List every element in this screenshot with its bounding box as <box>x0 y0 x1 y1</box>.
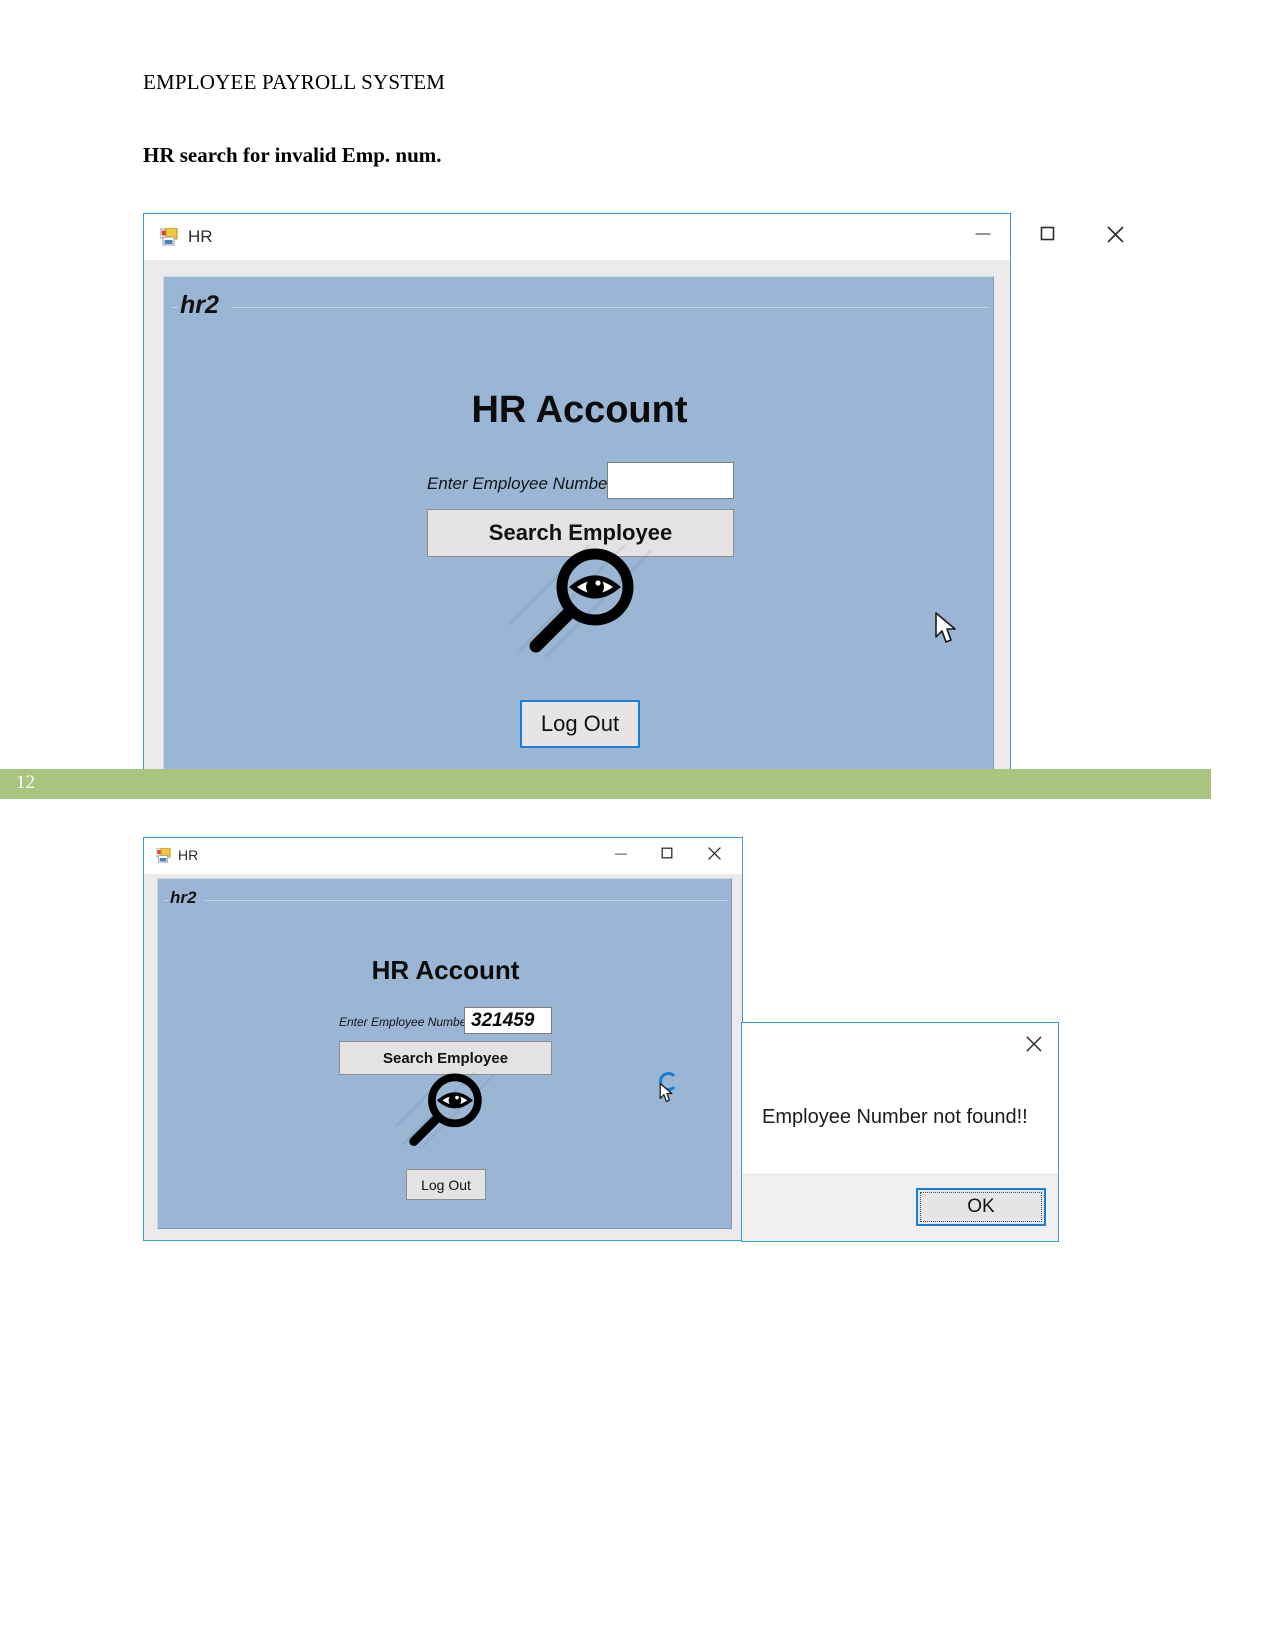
logout-button[interactable]: Log Out <box>406 1169 486 1200</box>
close-button[interactable] <box>1092 225 1138 249</box>
hr-window-top: HR — hr2 HR Account Enter Employee Numbe… <box>143 213 1124 796</box>
panel-divider <box>232 307 989 308</box>
employee-number-label: Enter Employee Number <box>339 1015 471 1029</box>
busy-indicator <box>659 1072 678 1091</box>
hr-form-panel: hr2 HR Account Enter Employee Number 321… <box>157 878 732 1229</box>
winforms-app-icon <box>155 847 171 868</box>
winforms-app-icon <box>159 227 178 251</box>
window-title: HR <box>178 847 199 863</box>
title-bar: HR — <box>144 838 742 873</box>
close-button[interactable] <box>695 846 733 866</box>
panel-divider <box>205 900 728 901</box>
panel-divider <box>164 900 168 901</box>
logout-button[interactable]: Log Out <box>520 700 640 748</box>
dialog-close-button[interactable] <box>1019 1035 1049 1061</box>
close-icon <box>1026 1036 1042 1052</box>
maximize-icon <box>661 847 673 859</box>
error-dialog: Employee Number not found!! OK <box>741 1022 1059 1242</box>
focus-outline <box>920 1192 1042 1222</box>
section-heading: HR search for invalid Emp. num. <box>143 143 442 167</box>
maximize-icon <box>1040 226 1054 241</box>
employee-number-input[interactable] <box>607 462 734 499</box>
panel-label-hr2: hr2 <box>170 888 197 907</box>
close-icon <box>1106 226 1124 243</box>
title-bar: HR — <box>144 214 1124 259</box>
magnifier-eye-icon <box>509 545 654 661</box>
panel-divider <box>172 307 178 308</box>
dialog-message: Employee Number not found!! <box>762 1106 1028 1128</box>
page-title: EMPLOYEE PAYROLL SYSTEM <box>143 70 446 94</box>
close-icon <box>707 847 721 860</box>
dialog-ok-button[interactable]: OK <box>916 1188 1046 1226</box>
window-title: HR <box>188 227 213 246</box>
page-footer-band <box>0 769 1211 799</box>
maximize-button[interactable] <box>1024 226 1070 248</box>
page-number: 12 <box>16 772 35 793</box>
hr-form-panel: hr2 HR Account Enter Employee Number Sea… <box>163 276 994 787</box>
minimize-button[interactable]: — <box>960 226 1006 248</box>
form-heading: HR Account <box>371 955 520 985</box>
employee-number-input[interactable]: 321459 <box>464 1007 552 1034</box>
form-heading: HR Account <box>471 389 688 431</box>
magnifier-eye-icon <box>395 1071 496 1152</box>
employee-number-label: Enter Employee Number <box>427 474 614 493</box>
search-employee-button[interactable]: Search Employee <box>339 1041 552 1075</box>
minimize-button[interactable]: — <box>602 847 640 865</box>
panel-label-hr2: hr2 <box>180 291 219 319</box>
hr-window-bottom: HR — hr2 HR Account Enter Employee Numbe… <box>143 837 743 1241</box>
maximize-button[interactable] <box>648 847 686 865</box>
